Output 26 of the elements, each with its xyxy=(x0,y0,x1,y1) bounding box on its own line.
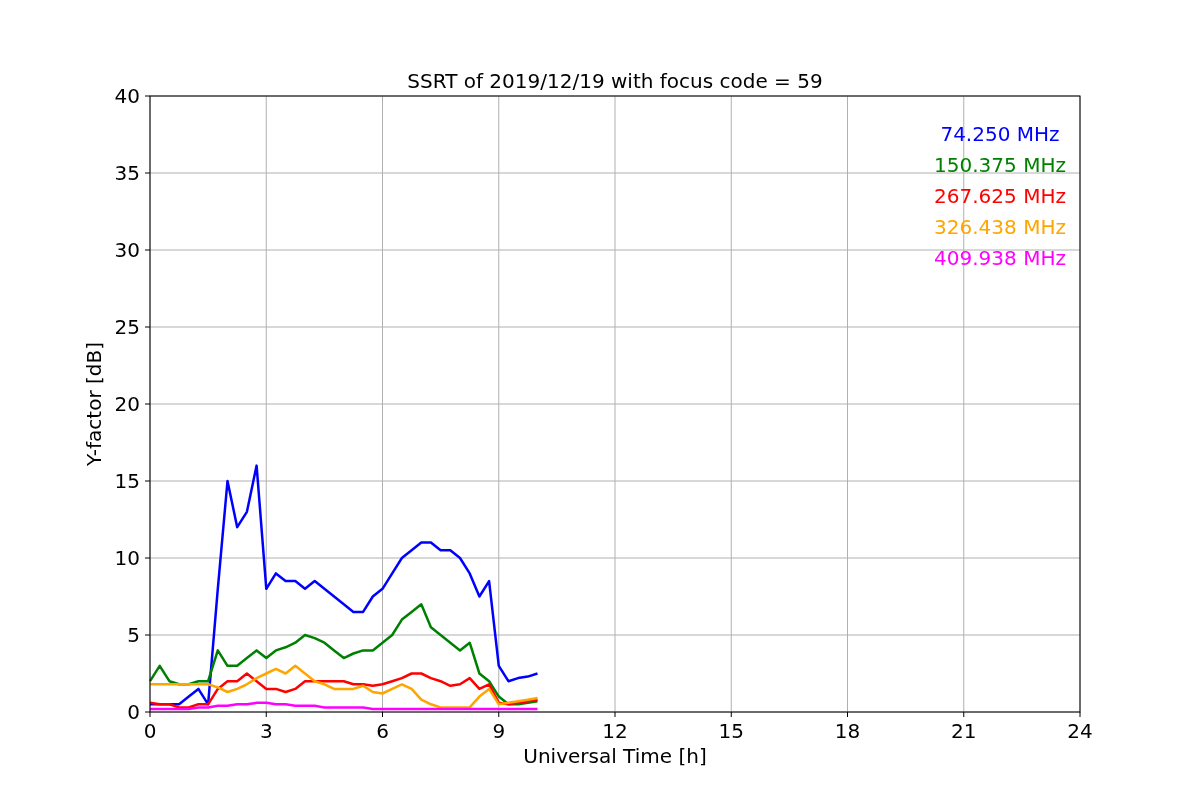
tick-label: 15 xyxy=(718,719,744,743)
tick-label: 20 xyxy=(114,392,140,416)
legend-label: 409.938 MHz xyxy=(934,246,1066,270)
tick-label: 3 xyxy=(259,719,273,743)
tick-label: 30 xyxy=(114,238,140,262)
tick-label: 24 xyxy=(1067,719,1093,743)
tick-label: 18 xyxy=(834,719,861,743)
tick-label: 21 xyxy=(951,719,977,743)
tick-label: 9 xyxy=(492,719,506,743)
legend-label: 150.375 MHz xyxy=(934,153,1066,177)
axis-label: Universal Time [h] xyxy=(523,744,707,768)
tick-label: 12 xyxy=(602,719,628,743)
tick-label: 10 xyxy=(114,546,140,570)
axis-label: Y-factor [dB] xyxy=(82,342,106,466)
tick-label: 5 xyxy=(127,623,140,647)
tick-label: 15 xyxy=(114,469,140,493)
tick-label: 0 xyxy=(127,700,140,724)
tick-label: 6 xyxy=(376,719,389,743)
tick-label: 0 xyxy=(143,719,157,743)
tick-label: 35 xyxy=(114,161,140,185)
legend-label: 267.625 MHz xyxy=(934,184,1066,208)
tick-label: 25 xyxy=(114,315,140,339)
tick-label: 40 xyxy=(114,84,140,108)
chart-title: SSRT of 2019/12/19 with focus code = 59 xyxy=(407,69,823,93)
legend-label: 74.250 MHz xyxy=(940,122,1060,146)
legend-label: 326.438 MHz xyxy=(934,215,1066,239)
